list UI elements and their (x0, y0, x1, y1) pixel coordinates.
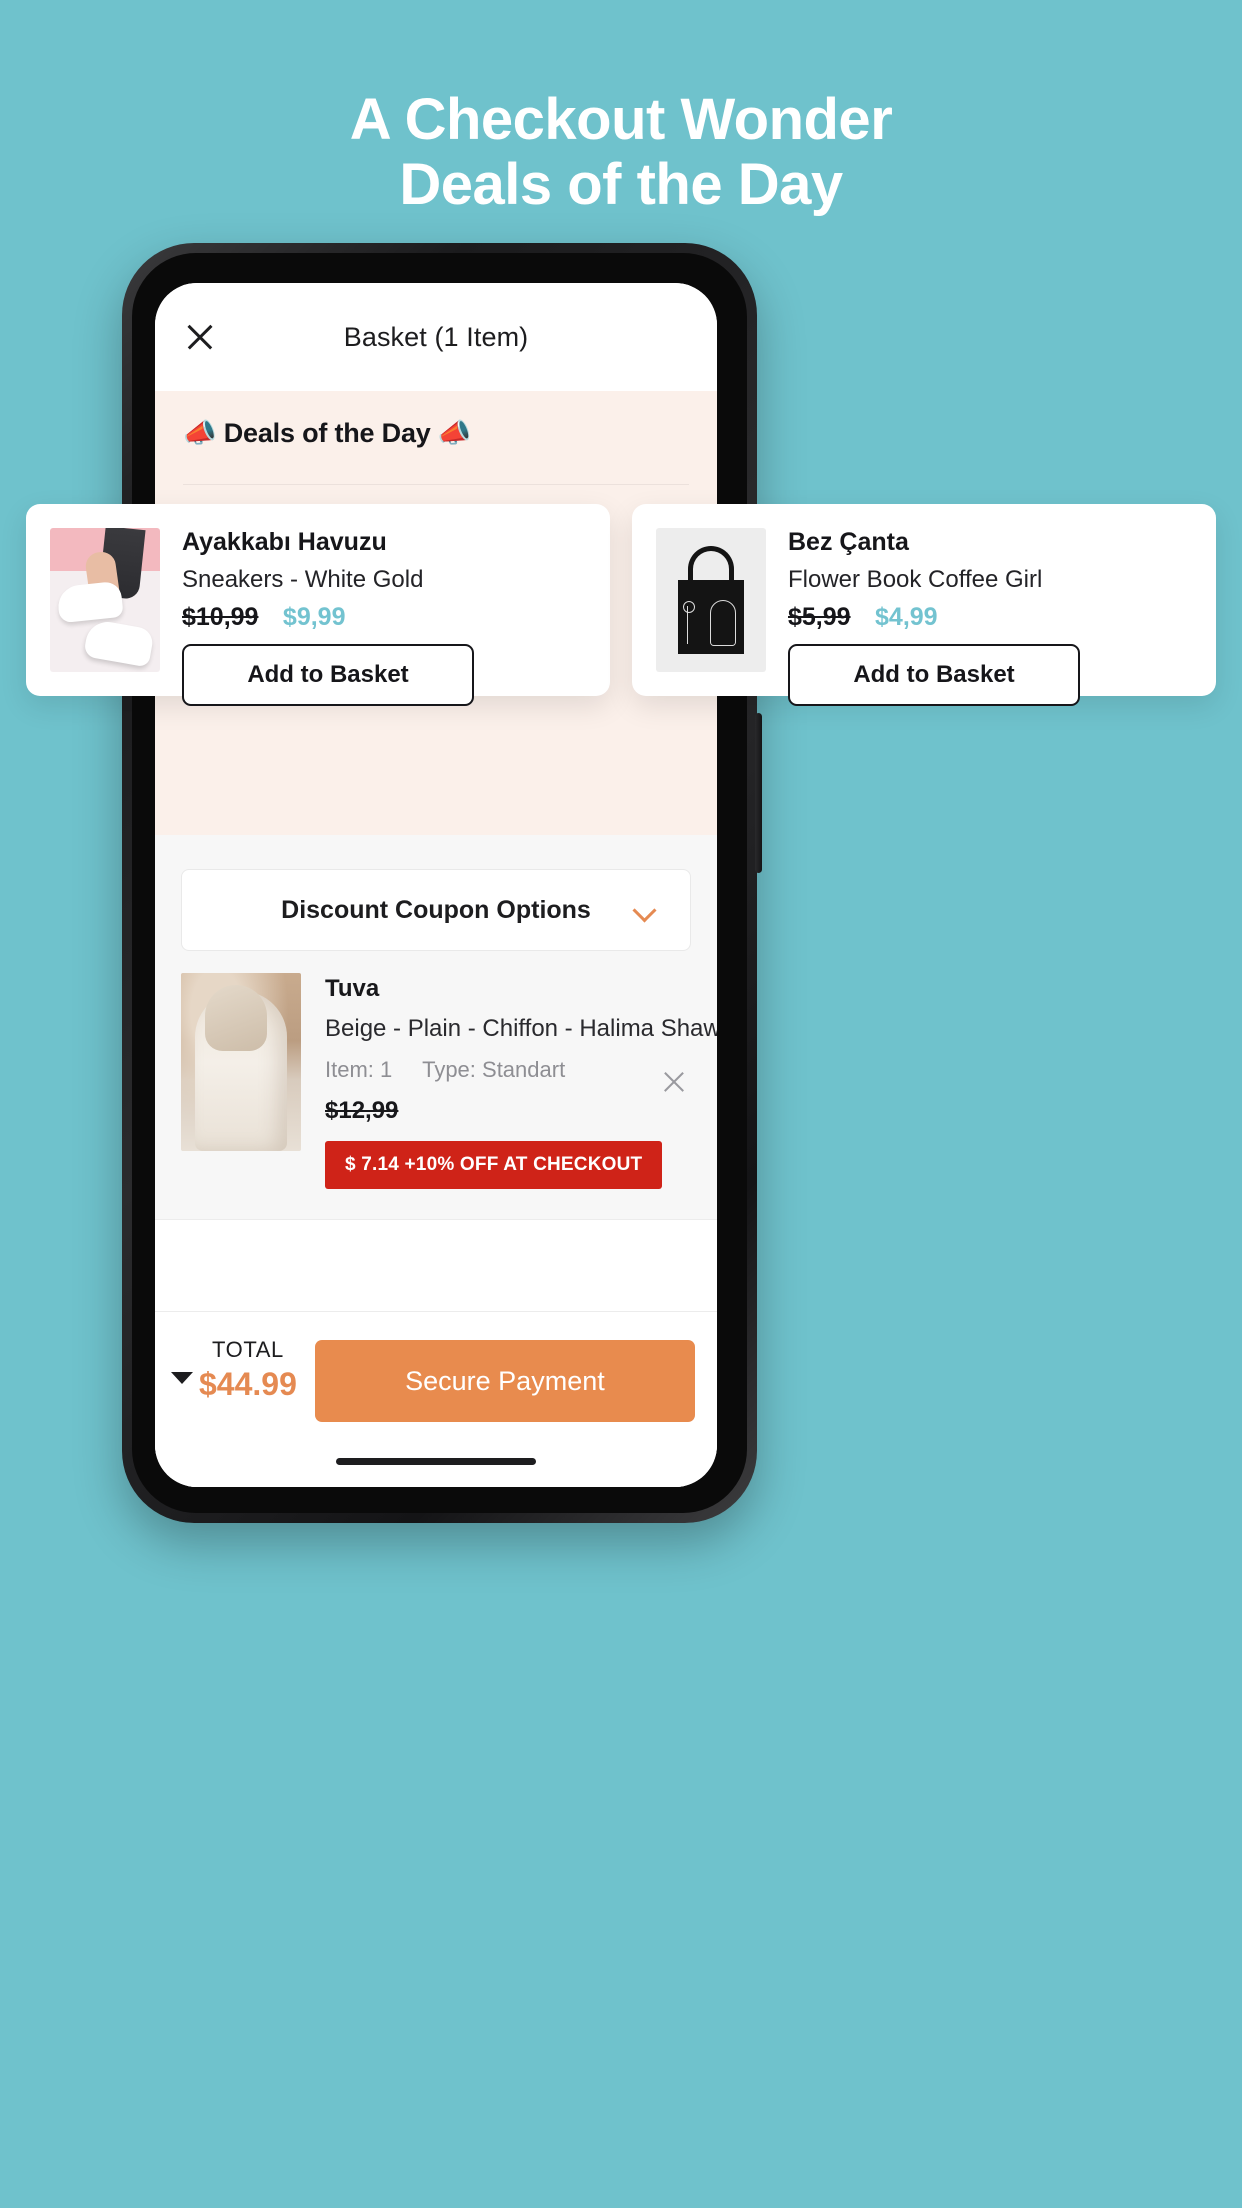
secure-payment-button[interactable]: Secure Payment (314, 1340, 695, 1422)
deals-banner-label: Deals of the Day (223, 418, 431, 448)
remove-item-icon[interactable] (661, 1069, 687, 1095)
coupon-section: Discount Coupon Options (155, 835, 717, 951)
promo-card-tote-bag[interactable]: Bez Çanta Flower Book Coffee Girl $5,99 … (632, 504, 1216, 706)
phone-mockup: Basket (1 Item) 📣 Deals of the Day 📣 Dis… (122, 243, 762, 1523)
page-title: A Checkout Wonder Deals of the Day (0, 87, 1242, 218)
product-image-tote-bag (656, 528, 766, 672)
promo-new-price: $9,99 (282, 603, 346, 631)
basket-item-image (181, 973, 301, 1151)
basket-item-old-price: $12,99 (325, 1097, 399, 1124)
basket-item-brand: Tuva (325, 975, 380, 1002)
product-image-sneakers (50, 528, 160, 672)
basket-item-details: Tuva Beige - Plain - Chiffon - Halima Sh… (301, 973, 717, 1189)
basket-list-item[interactable]: Tuva Beige - Plain - Chiffon - Halima Sh… (155, 951, 717, 1219)
app-header: Basket (1 Item) (155, 283, 717, 391)
status-badge: $ 7.14 +10% OFF AT CHECKOUT (325, 1141, 663, 1189)
caret-up-icon[interactable] (171, 1371, 193, 1384)
basket-item-description: Beige - Plain - Chiffon - Halima Shawl… (325, 1015, 717, 1042)
total-label: TOTAL (212, 1337, 284, 1362)
promo-old-price: $10,99 (182, 603, 259, 631)
basket-item-type: Type: Standart (422, 1057, 566, 1082)
promo-prices: $5,99 $4,99 (788, 603, 1192, 632)
headline-line-2: Deals of the Day (399, 151, 843, 217)
promo-name: Flower Book Coffee Girl (788, 566, 1043, 593)
discount-coupon-options[interactable]: Discount Coupon Options (181, 869, 691, 951)
add-to-basket-button[interactable]: Add to Basket (182, 644, 474, 706)
promo-prices: $10,99 $9,99 (182, 603, 586, 632)
promo-card-sneakers[interactable]: Ayakkabı Havuzu Sneakers - White Gold $1… (26, 504, 610, 706)
megaphone-icon-right: 📣 (437, 418, 472, 448)
coupon-label: Discount Coupon Options (281, 895, 591, 924)
basket-item-quantity: Item: 1 (325, 1057, 393, 1082)
promo-new-price: $4,99 (875, 603, 938, 631)
phone-side-button (755, 713, 762, 873)
promo-name: Sneakers - White Gold (182, 566, 424, 593)
banner-divider (183, 484, 689, 485)
basket-item-meta: Item: 1 Type: Standart (325, 1057, 717, 1083)
megaphone-icon-left: 📣 (183, 418, 217, 448)
home-indicator (336, 1458, 536, 1465)
promo-card-row: Ayakkabı Havuzu Sneakers - White Gold $1… (26, 504, 1216, 706)
headline-line-1: A Checkout Wonder (349, 87, 893, 152)
total-value: $44.99 (199, 1365, 297, 1402)
deals-banner-title: 📣 Deals of the Day 📣 (183, 417, 689, 449)
total-block[interactable]: TOTAL $44.99 (171, 1336, 315, 1404)
promo-old-price: $5,99 (788, 603, 851, 631)
phone-screen: Basket (1 Item) 📣 Deals of the Day 📣 Dis… (155, 283, 717, 1487)
promo-brand: Ayakkabı Havuzu (182, 528, 387, 556)
promo-brand: Bez Çanta (788, 528, 909, 556)
chevron-down-icon[interactable] (636, 900, 656, 920)
basket-title: Basket (1 Item) (343, 321, 529, 352)
add-to-basket-button[interactable]: Add to Basket (788, 644, 1080, 706)
